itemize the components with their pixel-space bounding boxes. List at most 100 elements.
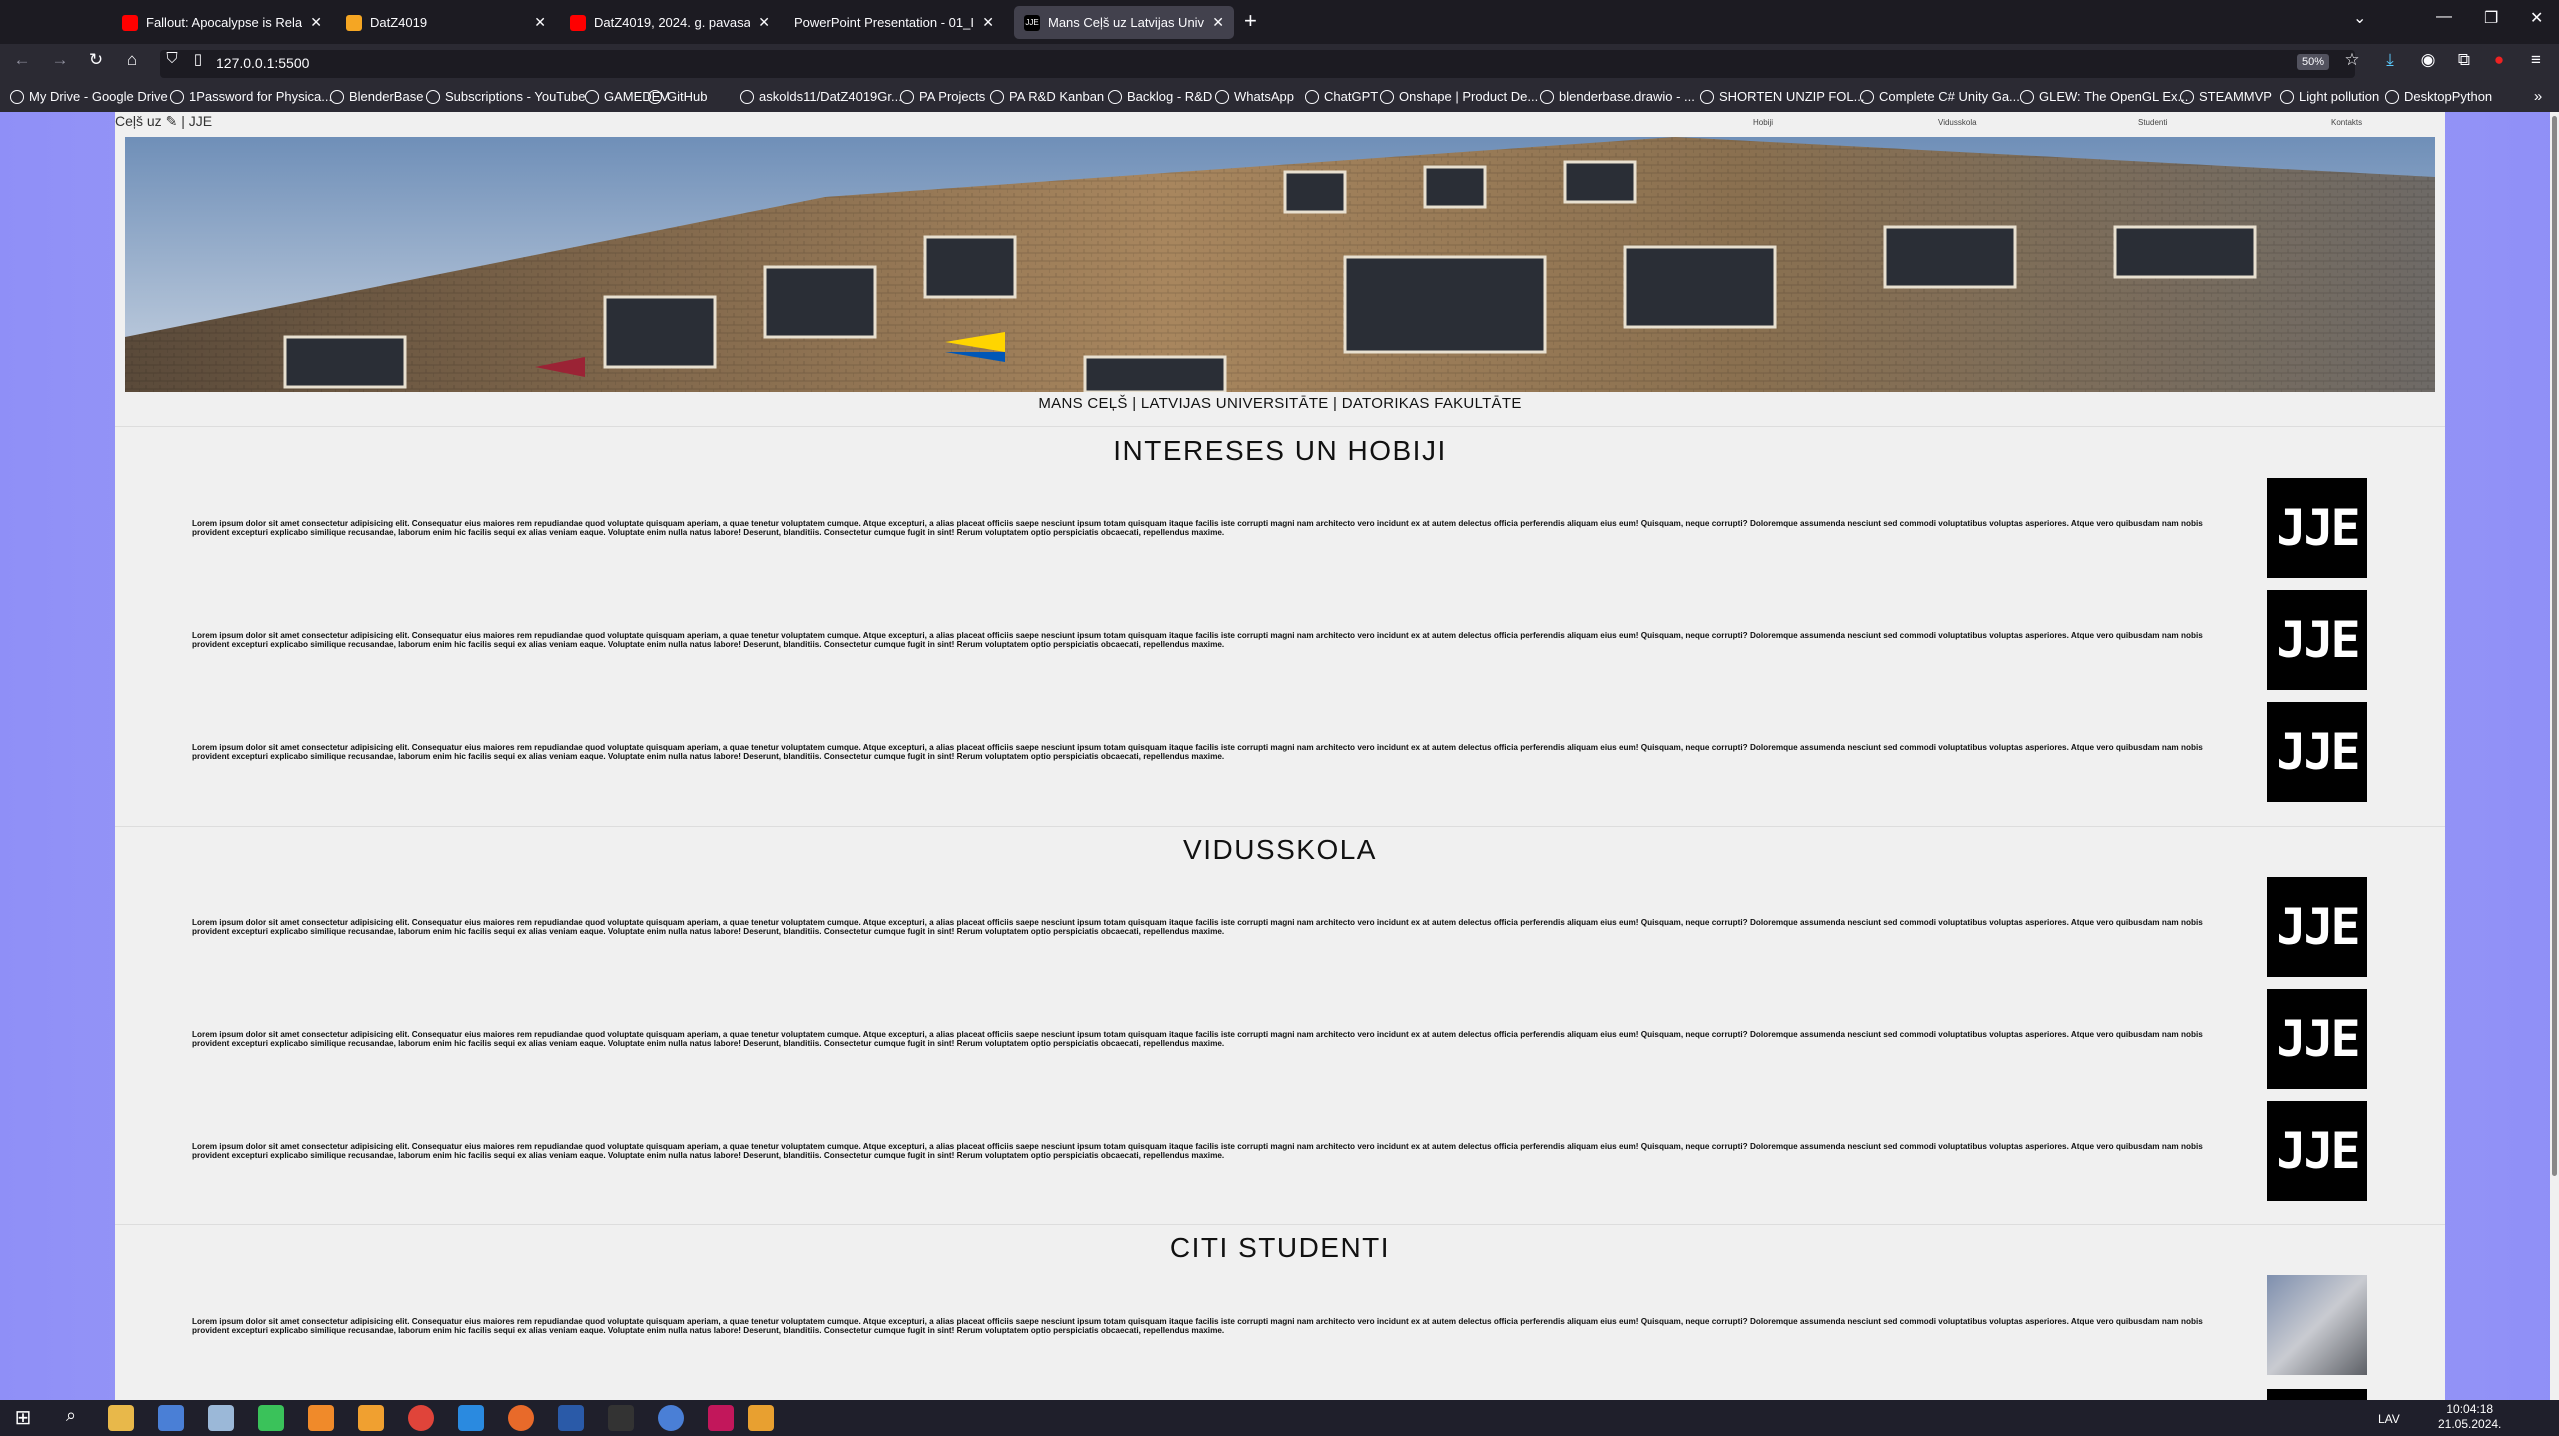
bookmark-item[interactable]: SHORTEN UNZIP FOL... <box>1700 89 1864 104</box>
bookmark-item[interactable]: askolds11/DatZ4019Gr... <box>740 89 902 104</box>
bookmark-label: STEAMMVP <box>2199 89 2272 104</box>
blender-icon[interactable] <box>308 1405 334 1431</box>
nav-link-hobiji[interactable]: Hobiji <box>1753 118 1773 127</box>
bookmark-item[interactable]: GitHub <box>648 89 707 104</box>
windows-start-icon[interactable]: ⊞ <box>10 1405 36 1431</box>
section-text: Lorem ipsum dolor sit amet consectetur a… <box>192 519 2203 537</box>
jje-logo-image: JJE <box>2267 590 2367 690</box>
ublock-icon[interactable]: ● <box>2487 50 2511 70</box>
bookmark-item[interactable]: PA R&D Kanban <box>990 89 1104 104</box>
bookmark-label: Light pollution <box>2299 89 2380 104</box>
bookmark-star-icon[interactable]: ☆ <box>2340 50 2364 70</box>
tab-list-icon[interactable]: ⌄ <box>2353 8 2366 28</box>
site-logo[interactable]: Ceļš uz ✎ | JJE <box>115 113 212 130</box>
restore-icon[interactable]: ❐ <box>2484 8 2498 28</box>
new-tab-button[interactable]: + <box>1244 8 1257 34</box>
app-icon[interactable] <box>748 1405 774 1431</box>
account-icon[interactable]: ◉ <box>2416 50 2440 70</box>
forward-icon[interactable]: → <box>48 50 72 70</box>
bookmark-item[interactable]: Onshape | Product De... <box>1380 89 1538 104</box>
terminal-icon[interactable] <box>608 1405 634 1431</box>
notepad-icon[interactable] <box>158 1405 184 1431</box>
bookmark-label: GitHub <box>667 89 708 104</box>
back-icon[interactable]: ← <box>10 50 34 70</box>
app-store-icon[interactable] <box>658 1405 684 1431</box>
document-icon[interactable] <box>208 1405 234 1431</box>
bookmark-icon <box>1215 89 1229 104</box>
bookmark-icon <box>648 89 662 104</box>
jje-icon: JJE <box>1024 14 1040 31</box>
bookmark-icon <box>1700 89 1714 104</box>
url-bar[interactable] <box>160 50 2355 78</box>
tab-powerpoint[interactable]: PowerPoint Presentation - 01_Ievad ✕ <box>784 6 1004 39</box>
tab-datz4019[interactable]: DatZ4019 ✕ <box>336 6 556 39</box>
jetbrains-icon[interactable] <box>708 1405 734 1431</box>
bookmark-label: PA R&D Kanban <box>1009 89 1105 104</box>
bookmark-icon <box>330 89 344 104</box>
extensions-icon[interactable]: ⧉ <box>2452 50 2476 70</box>
close-window-icon[interactable]: ✕ <box>2530 8 2543 28</box>
bookmark-item[interactable]: WhatsApp <box>1215 89 1294 104</box>
bookmark-label: 1Password for Physica... <box>189 89 333 104</box>
section-text: Lorem ipsum dolor sit amet consectetur a… <box>192 1142 2203 1160</box>
jje-logo-image: JJE <box>2267 877 2367 977</box>
bookmark-item[interactable]: BlenderBase <box>330 89 423 104</box>
bookmark-icon <box>170 89 184 104</box>
bookmark-item[interactable]: DesktopPython <box>2385 89 2492 104</box>
nav-link-kontakts[interactable]: Kontakts <box>2331 118 2362 127</box>
bookmark-item[interactable]: Subscriptions - YouTube <box>426 89 585 104</box>
bookmark-item[interactable]: blenderbase.drawio - ... <box>1540 89 1695 104</box>
close-icon[interactable]: ✕ <box>310 14 322 31</box>
minimize-icon[interactable]: — <box>2436 8 2452 26</box>
tab-fallout[interactable]: Fallout: Apocalypse is Relative ✕ <box>112 6 332 39</box>
bookmark-label: SHORTEN UNZIP FOL... <box>1719 89 1865 104</box>
bookmark-item[interactable]: ChatGPT <box>1305 89 1378 104</box>
vlc-icon[interactable] <box>358 1405 384 1431</box>
tab-datz4019-youtube[interactable]: DatZ4019, 2024. g. pavasaris, 6. ✕ <box>560 6 780 39</box>
bookmark-item[interactable]: Backlog - R&D <box>1108 89 1212 104</box>
close-icon[interactable]: ✕ <box>534 14 546 31</box>
shield-icon[interactable]: ⛉ <box>160 50 184 67</box>
nav-link-studenti[interactable]: Studenti <box>2138 118 2167 127</box>
bookmark-label: Onshape | Product De... <box>1399 89 1539 104</box>
url-text[interactable]: 127.0.0.1:5500 <box>216 55 309 71</box>
scrollbar-thumb[interactable] <box>2552 116 2557 1176</box>
bookmark-item[interactable]: STEAMMVP <box>2180 89 2272 104</box>
tab-mans-cels[interactable]: JJE Mans Ceļš uz Latvijas Universit ✕ <box>1014 6 1234 39</box>
hero-image <box>125 137 2435 392</box>
page-content: Ceļš uz ✎ | JJE Hobiji Vidusskola Studen… <box>115 112 2445 1400</box>
bookmark-item[interactable]: Light pollution <box>2280 89 2379 104</box>
app-icon[interactable] <box>258 1405 284 1431</box>
bookmark-item[interactable]: My Drive - Google Drive <box>10 89 168 104</box>
menu-icon[interactable]: ≡ <box>2524 50 2548 70</box>
bookmarks-overflow-icon[interactable]: » <box>2526 88 2550 105</box>
bookmark-item[interactable]: Complete C# Unity Ga... <box>1860 89 2020 104</box>
powershell-icon[interactable] <box>558 1405 584 1431</box>
bookmark-icon <box>1305 89 1319 104</box>
file-explorer-icon[interactable] <box>108 1405 134 1431</box>
bookmark-label: askolds11/DatZ4019Gr... <box>759 89 902 104</box>
close-icon[interactable]: ✕ <box>1212 14 1224 31</box>
chrome-icon[interactable] <box>408 1405 434 1431</box>
bookmark-item[interactable]: 1Password for Physica... <box>170 89 332 104</box>
bookmark-label: blenderbase.drawio - ... <box>1559 89 1695 104</box>
zoom-badge[interactable]: 50% <box>2297 54 2330 70</box>
nav-link-vidusskola[interactable]: Vidusskola <box>1938 118 1977 127</box>
close-icon[interactable]: ✕ <box>982 14 994 31</box>
bookmark-label: BlenderBase <box>349 89 424 104</box>
reload-icon[interactable]: ↻ <box>84 50 108 70</box>
close-icon[interactable]: ✕ <box>758 14 770 31</box>
bookmark-icon <box>2180 89 2194 104</box>
vscode-icon[interactable] <box>458 1405 484 1431</box>
language-indicator[interactable]: LAV <box>2378 1412 2400 1426</box>
system-clock[interactable]: 10:04:18 21.05.2024. <box>2438 1402 2501 1432</box>
downloads-icon[interactable]: ⤓ <box>2378 50 2402 70</box>
firefox-icon[interactable] <box>508 1405 534 1431</box>
search-icon[interactable]: ⌕ <box>58 1405 84 1431</box>
bookmark-label: Complete C# Unity Ga... <box>1879 89 2020 104</box>
bookmark-item[interactable]: GLEW: The OpenGL Ex... <box>2020 89 2188 104</box>
jje-logo-image: JJE <box>2267 1101 2367 1201</box>
bookmark-item[interactable]: PA Projects <box>900 89 985 104</box>
bookmark-icon <box>585 89 599 104</box>
home-icon[interactable]: ⌂ <box>120 50 144 70</box>
